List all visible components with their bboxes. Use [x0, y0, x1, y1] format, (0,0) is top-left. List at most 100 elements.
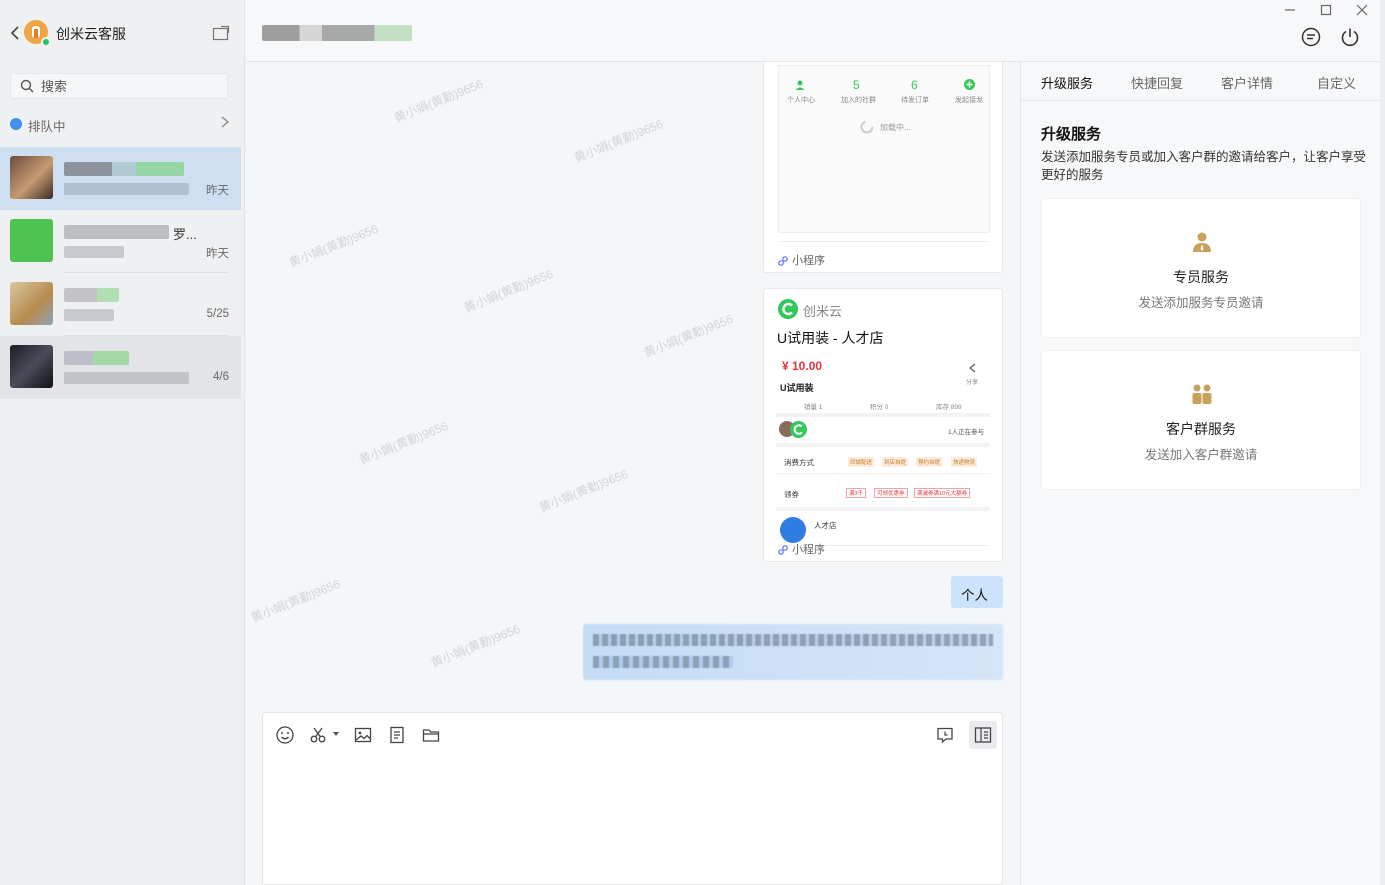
contact-name-blurred: [64, 225, 169, 239]
scissors-icon[interactable]: [309, 725, 329, 745]
contact-name-blurred: [64, 162, 184, 176]
group-service-card[interactable]: 客户群服务 发送加入客户群邀请: [1041, 350, 1361, 490]
mini-program-title: U试用装 - 人才店: [777, 330, 884, 346]
tag: 快递物流: [951, 457, 978, 467]
message-preview-blurred: [64, 372, 189, 384]
mini-program-card[interactable]: 创米云 U试用装 - 人才店 ¥ 10.00 分享 U试用装 销量 1 积分 0…: [763, 288, 1003, 562]
watermark: 黄小娟(黄勤)9656: [287, 221, 381, 271]
maximize-icon[interactable]: [1318, 2, 1334, 18]
conversation-item[interactable]: 4/6: [0, 336, 241, 399]
brand-name: 创米云: [803, 304, 843, 319]
row-label: 消费方式: [784, 458, 814, 467]
mini-program-footer: 小程序: [778, 252, 825, 268]
blurred-text: [593, 634, 993, 646]
stat-label: 发起接龙: [955, 97, 983, 104]
mini-program-preview: ¥ 10.00 分享 U试用装 销量 1 积分 0 库存 899 1人正在参与 …: [776, 355, 990, 545]
panel-title: 升级服务: [1041, 126, 1102, 143]
tab-upgrade-service[interactable]: 升级服务: [1041, 73, 1093, 92]
conversation-time: 昨天: [206, 185, 229, 197]
loading-spinner-icon: [860, 120, 874, 134]
service-description: 发送加入客户群邀请: [1144, 448, 1258, 462]
document-icon[interactable]: [387, 725, 407, 745]
queue-row[interactable]: 排队中: [10, 114, 232, 134]
service-description: 发送添加服务专员邀请: [1138, 296, 1264, 310]
loading-text: 加载中...: [880, 123, 911, 132]
watermark: 黄小娟(黄勤)9656: [392, 76, 486, 126]
brand-logo-icon: [790, 421, 807, 438]
contact-name-suffix: 罗...: [173, 227, 197, 242]
message-composer: [262, 712, 1003, 885]
stat-label: 待发订单: [901, 97, 929, 104]
watermark: 黄小娟(黄勤)9656: [249, 576, 343, 626]
image-icon[interactable]: [353, 725, 373, 745]
folder-icon[interactable]: [421, 725, 441, 745]
window-edge: [1380, 0, 1385, 885]
chat-bubble-icon[interactable]: [1300, 26, 1322, 48]
tab-divider: [1021, 100, 1381, 101]
shop-avatar: [780, 517, 806, 543]
chevron-right-icon: [221, 116, 230, 128]
watermark: 黄小娟(黄勤)9656: [429, 621, 523, 671]
conversation-item[interactable]: 昨天: [0, 147, 241, 210]
stat-value: 6: [911, 78, 918, 92]
service-title: 客户群服务: [1166, 421, 1236, 437]
search-box[interactable]: [10, 73, 228, 99]
minimize-icon[interactable]: [1282, 2, 1298, 18]
stat-label: 加入的社群: [841, 97, 876, 104]
row-label: 领券: [784, 490, 799, 499]
search-icon: [20, 79, 34, 93]
service-panel: 升级服务 快捷回复 客户详情 自定义 升级服务 发送添加服务专员或加入客户群的邀…: [1020, 62, 1381, 885]
tab-customer-details[interactable]: 客户详情: [1221, 73, 1273, 92]
back-arrow-icon[interactable]: [8, 25, 22, 41]
power-icon[interactable]: [1339, 26, 1361, 48]
close-icon[interactable]: [1354, 2, 1370, 18]
contact-avatar: [10, 219, 53, 262]
specialist-service-card[interactable]: 专员服务 发送添加服务专员邀请: [1041, 198, 1361, 338]
coupon-tag: 满减券满10元大额券: [914, 488, 971, 498]
emoji-icon[interactable]: [275, 725, 295, 745]
chat-history-icon[interactable]: [935, 725, 955, 745]
mini-program-icon: [778, 545, 788, 555]
specialist-icon: [1193, 232, 1211, 252]
share-label: 分享: [966, 380, 979, 386]
sidebar-toggle-button[interactable]: [969, 721, 997, 749]
tab-custom[interactable]: 自定义: [1317, 73, 1356, 92]
stat-value: 5: [853, 78, 860, 92]
divider: [776, 443, 990, 447]
conversation-time: 昨天: [206, 248, 229, 260]
watermark: 黄小娟(黄勤)9656: [462, 266, 556, 316]
message-preview-blurred: [64, 246, 124, 258]
blurred-text: [593, 656, 733, 668]
message-input[interactable]: [275, 757, 990, 877]
search-input[interactable]: [39, 77, 219, 95]
brand-logo-icon: [778, 299, 798, 319]
product-stat: 积分 0: [870, 404, 889, 411]
mini-program-footer: 小程序: [778, 541, 825, 557]
divider: [776, 507, 990, 511]
message-preview-blurred: [64, 183, 189, 195]
mini-program-label: 小程序: [792, 255, 825, 267]
watermark: 黄小娟(黄勤)9656: [357, 418, 451, 468]
contact-name-blurred: [64, 351, 129, 365]
chat-title-blurred: [262, 25, 412, 41]
conversation-item[interactable]: 5/25: [0, 273, 241, 336]
participants-count: 1人正在参与: [948, 429, 985, 436]
chat-header: [246, 0, 1385, 62]
mini-program-card[interactable]: 5 6 个人中心 加入的社群 待发订单 发起接龙 加载中... 小程序: [763, 62, 1003, 273]
dropdown-caret-icon[interactable]: [333, 732, 339, 737]
conversation-sidebar: 创米云客服 排队中 昨天 罗... 昨天 5/25 4/6: [0, 0, 245, 885]
coupon-tag: 满3千: [846, 488, 867, 498]
conversation-item[interactable]: 罗... 昨天: [0, 210, 241, 273]
tab-quick-reply[interactable]: 快捷回复: [1131, 73, 1183, 92]
divider: [776, 413, 990, 417]
sent-message-bubble-blurred[interactable]: [583, 624, 1003, 680]
watermark: 黄小娟(黄勤)9656: [642, 311, 736, 361]
panel-layout-icon: [974, 727, 992, 743]
tag: 预约自提: [916, 457, 943, 467]
sent-message-bubble[interactable]: 个人: [951, 576, 1003, 608]
message-preview-blurred: [64, 309, 114, 321]
contact-avatar: [10, 345, 53, 388]
popout-window-icon[interactable]: [212, 25, 230, 41]
panel-description: 发送添加服务专员或加入客户群的邀请给客户，让客户享受更好的服务: [1041, 150, 1367, 182]
watermark: 黄小娟(黄勤)9656: [537, 466, 631, 516]
